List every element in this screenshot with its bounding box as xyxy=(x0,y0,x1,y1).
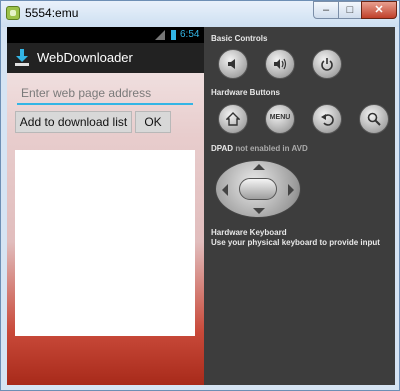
window-title: 5554:emu xyxy=(25,6,79,20)
maximize-button[interactable]: □ xyxy=(338,1,362,19)
dpad-left-icon[interactable] xyxy=(222,184,228,196)
menu-button-label: MENU xyxy=(269,114,291,121)
ok-button[interactable]: OK xyxy=(135,111,171,133)
basic-controls-heading: Basic Controls xyxy=(211,34,268,43)
dpad-center-button[interactable] xyxy=(239,178,277,200)
home-icon xyxy=(226,112,240,126)
power-icon xyxy=(321,58,333,71)
status-bar: 6:54 xyxy=(7,27,204,43)
status-time: 6:54 xyxy=(180,29,200,40)
close-button[interactable]: ✕ xyxy=(361,1,397,19)
emulator-body: 6:54 WebDownloader Add to download list … xyxy=(7,27,395,385)
minimize-button[interactable]: – xyxy=(313,1,339,19)
battery-icon xyxy=(171,30,176,40)
window-titlebar: 5554:emu – □ ✕ xyxy=(1,1,399,27)
dpad-down-icon[interactable] xyxy=(253,208,265,214)
power-button[interactable] xyxy=(312,49,342,79)
url-input[interactable] xyxy=(17,83,193,105)
phone-screen: 6:54 WebDownloader Add to download list … xyxy=(7,27,204,385)
search-button[interactable] xyxy=(359,104,389,134)
emulator-window: 5554:emu – □ ✕ 6:54 WebDownloader Add to… xyxy=(0,0,400,391)
dpad-note: not enabled in AVD xyxy=(235,144,308,153)
keyboard-heading: Hardware Keyboard xyxy=(211,228,287,237)
menu-button[interactable]: MENU xyxy=(265,104,295,134)
home-button[interactable] xyxy=(218,104,248,134)
back-button[interactable] xyxy=(312,104,342,134)
dpad-title: DPAD xyxy=(211,144,234,153)
search-icon xyxy=(367,112,381,126)
back-icon xyxy=(321,114,334,126)
dpad-heading: DPAD not enabled in AVD xyxy=(211,144,308,153)
volume-down-button[interactable] xyxy=(218,49,248,79)
hardware-buttons-heading: Hardware Buttons xyxy=(211,88,280,97)
volume-down-icon xyxy=(228,59,235,69)
volume-up-button[interactable] xyxy=(265,49,295,79)
download-icon xyxy=(15,49,29,66)
keyboard-note: Use your physical keyboard to provide in… xyxy=(211,238,380,247)
add-to-download-list-button[interactable]: Add to download list xyxy=(15,111,132,133)
download-list[interactable] xyxy=(15,150,195,336)
volume-up-icon xyxy=(274,58,287,70)
dpad-right-icon[interactable] xyxy=(288,184,294,196)
action-bar: WebDownloader xyxy=(7,43,204,73)
android-app-icon xyxy=(6,6,20,20)
dpad[interactable] xyxy=(215,160,301,218)
controls-panel: Basic Controls Hardware Buttons MENU DPA… xyxy=(204,27,395,385)
signal-icon xyxy=(155,30,165,40)
dpad-up-icon[interactable] xyxy=(253,164,265,170)
app-title: WebDownloader xyxy=(37,50,133,65)
